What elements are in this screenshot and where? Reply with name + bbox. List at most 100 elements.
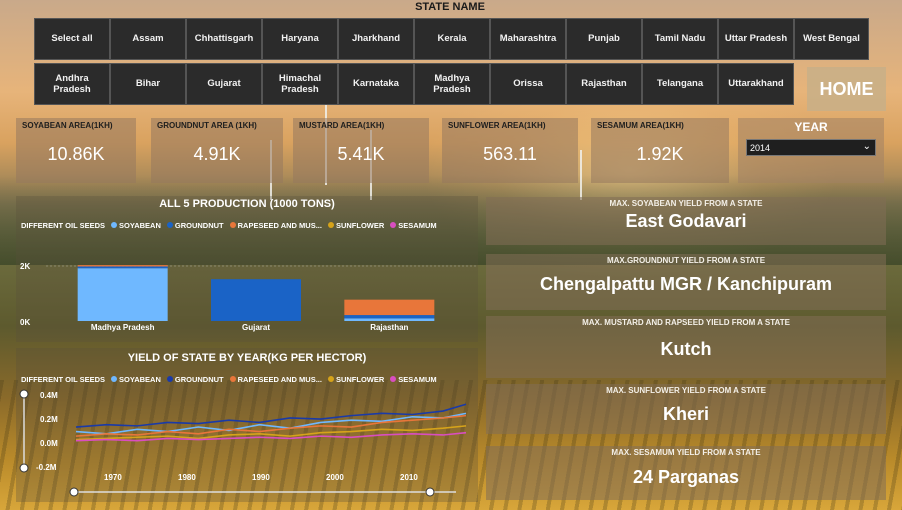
legend-dot <box>390 222 397 228</box>
kpi-value: 5.41K <box>337 144 385 164</box>
line-series-group <box>75 403 467 442</box>
insight-label: MAX. SUNFLOWER YIELD FROM A STATE <box>606 386 766 395</box>
kpi-card-mustard-area: MUSTARD AREA(1KH) 5.41K <box>293 118 429 183</box>
y-tick-label: 0.4M <box>40 391 58 400</box>
x-tick-label: 2000 <box>326 473 344 482</box>
legend-label: GROUNDNUT <box>174 375 224 384</box>
state-button-madhya-pradesh[interactable]: Madhya Pradesh <box>414 63 490 105</box>
yield-chart-legend: DIFFERENT OIL SEEDS SOYABEAN GROUNDNUT R… <box>21 375 437 384</box>
legend-label: SOYABEAN <box>119 375 161 384</box>
state-button-karnataka[interactable]: Karnataka <box>338 63 414 105</box>
legend-dot <box>166 376 173 382</box>
bar-segment[interactable] <box>77 265 168 267</box>
insight-value: Kutch <box>660 339 712 359</box>
legend-item-rapeseed[interactable]: RAPESEED AND MUS... <box>229 375 322 384</box>
x-zoom-slider-handle[interactable] <box>425 487 435 497</box>
state-button-west-bengal[interactable]: West Bengal <box>794 18 869 60</box>
legend-item-sunflower[interactable]: SUNFLOWER <box>327 221 385 230</box>
insight-max-soyabean: MAX. SOYABEAN YIELD FROM A STATE East Go… <box>486 197 886 245</box>
production-chart-title: ALL 5 PRODUCTION (1000 TONS) <box>159 198 335 210</box>
insight-value: East Godavari <box>625 211 747 231</box>
production-bar-chart: 2K 0K Madhya Pradesh Gujarat Rajasthan <box>20 262 476 332</box>
state-button-gujarat[interactable]: Gujarat <box>186 63 262 105</box>
state-button-chhattisgarh[interactable]: Chhattisgarh <box>186 18 262 60</box>
legend-dot <box>111 222 118 228</box>
legend-item-soyabean[interactable]: SOYABEAN <box>111 375 161 384</box>
insight-label: MAX. MUSTARD AND RAPSEED YIELD FROM A ST… <box>582 318 790 327</box>
state-button-punjab[interactable]: Punjab <box>566 18 642 60</box>
insight-value: Chengalpattu MGR / Kanchipuram <box>539 274 833 294</box>
y-zoom-slider-handle[interactable] <box>19 463 29 473</box>
kpi-value: 4.91K <box>193 144 241 164</box>
x-tick-label: 1970 <box>104 473 122 482</box>
legend-label: RAPESEED AND MUS... <box>237 375 322 384</box>
legend-dot <box>390 376 397 382</box>
home-button[interactable]: HOME <box>807 67 886 111</box>
x-tick-label: 1980 <box>178 473 196 482</box>
insight-max-groundnut: MAX.GROUNDNUT YIELD FROM A STATE Chengal… <box>486 254 886 310</box>
state-button-uttar-pradesh[interactable]: Uttar Pradesh <box>718 18 794 60</box>
bar-segment[interactable] <box>344 318 435 321</box>
legend-label: RAPESEED AND MUS... <box>237 221 322 230</box>
state-button-uttarakhand[interactable]: Uttarakhand <box>718 63 794 105</box>
year-dropdown[interactable]: 2014 ⌄ <box>746 139 876 156</box>
state-button-kerala[interactable]: Kerala <box>414 18 490 60</box>
bar-segment[interactable] <box>344 299 435 316</box>
state-button-maharashtra[interactable]: Maharashtra <box>490 18 566 60</box>
legend-label: SESAMUM <box>398 221 437 230</box>
legend-dot <box>327 222 334 228</box>
kpi-value: 1.92K <box>636 144 684 164</box>
insight-value: 24 Parganas <box>632 467 740 487</box>
wind-turbine <box>580 150 582 200</box>
state-button-jharkhand[interactable]: Jharkhand <box>338 18 414 60</box>
insight-max-sunflower: MAX. SUNFLOWER YIELD FROM A STATE Kheri <box>486 384 886 434</box>
state-button-orissa[interactable]: Orissa <box>490 63 566 105</box>
state-button-telangana[interactable]: Telangana <box>642 63 718 105</box>
y-tick-label: 0.2M <box>40 415 58 424</box>
legend-dot <box>229 222 236 228</box>
state-button-haryana[interactable]: Haryana <box>262 18 338 60</box>
state-button-select-all[interactable]: Select all <box>34 18 110 60</box>
legend-item-sesamum[interactable]: SESAMUM <box>390 221 437 230</box>
legend-item-rapeseed[interactable]: RAPESEED AND MUS... <box>229 221 322 230</box>
legend-label: SUNFLOWER <box>335 221 385 230</box>
x-zoom-slider-handle[interactable] <box>69 487 79 497</box>
state-button-himachal-pradesh[interactable]: Himachal Pradesh <box>262 63 338 105</box>
state-button-bihar[interactable]: Bihar <box>110 63 186 105</box>
legend-item-soyabean[interactable]: SOYABEAN <box>111 221 161 230</box>
bar-segment[interactable] <box>77 268 168 321</box>
y-tick-label: 0K <box>20 318 30 327</box>
state-button-assam[interactable]: Assam <box>110 18 186 60</box>
legend-item-groundnut[interactable]: GROUNDNUT <box>166 221 224 230</box>
production-chart-panel: ALL 5 PRODUCTION (1000 TONS) DIFFERENT O… <box>16 196 478 342</box>
y-zoom-slider-handle[interactable] <box>19 389 29 399</box>
legend-item-sunflower[interactable]: SUNFLOWER <box>327 375 385 384</box>
bar-series-group: Madhya Pradesh Gujarat Rajasthan <box>77 265 435 332</box>
legend-item-sesamum[interactable]: SESAMUM <box>390 375 437 384</box>
bar-segment[interactable] <box>77 266 168 269</box>
chevron-down-icon: ⌄ <box>862 141 871 152</box>
insight-max-sesamum: MAX. SESAMUM YIELD FROM A STATE 24 Parga… <box>486 446 886 500</box>
insight-label: MAX. SESAMUM YIELD FROM A STATE <box>611 448 761 457</box>
state-button-andhra-pradesh[interactable]: Andhra Pradesh <box>34 63 110 105</box>
legend-label: SOYABEAN <box>119 221 161 230</box>
y-tick-label: 2K <box>20 262 30 271</box>
bar-segment[interactable] <box>344 315 435 319</box>
legend-title: DIFFERENT OIL SEEDS <box>21 221 106 230</box>
kpi-label: SOYABEAN AREA(1KH) <box>22 121 113 130</box>
state-slicer-title: STATE NAME <box>415 1 485 13</box>
y-tick-label: 0.0M <box>40 439 58 448</box>
kpi-card-groundnut-area: GROUNDNUT AREA (1KH) 4.91K <box>151 118 283 183</box>
legend-dot <box>229 376 236 382</box>
bar-segment[interactable] <box>211 279 301 321</box>
state-button-rajasthan[interactable]: Rajasthan <box>566 63 642 105</box>
legend-label: SESAMUM <box>398 375 437 384</box>
state-button-tamil-nadu[interactable]: Tamil Nadu <box>642 18 718 60</box>
line-series-groundnut[interactable] <box>75 403 467 428</box>
legend-item-groundnut[interactable]: GROUNDNUT <box>166 375 224 384</box>
y-tick-label: -0.2M <box>36 463 57 472</box>
legend-label: SUNFLOWER <box>335 375 385 384</box>
x-tick-label: 2010 <box>400 473 418 482</box>
production-chart-legend: DIFFERENT OIL SEEDS SOYABEAN GROUNDNUT R… <box>21 221 437 230</box>
year-dropdown-value: 2014 <box>750 142 771 153</box>
